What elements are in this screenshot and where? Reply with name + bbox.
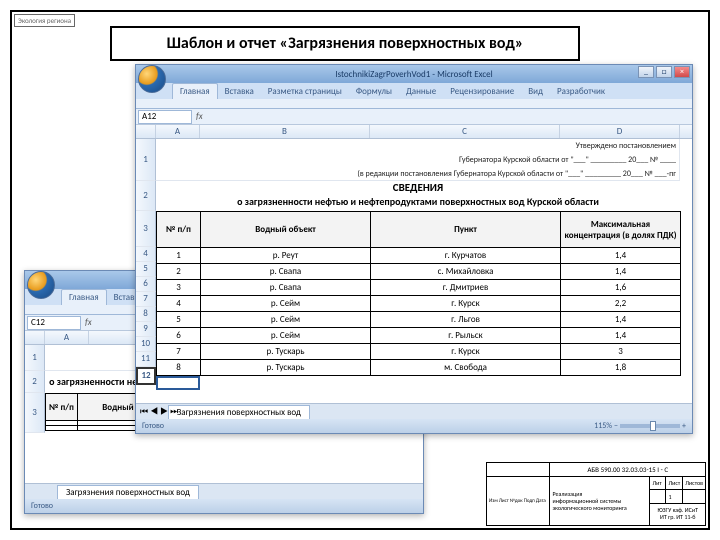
col-D[interactable]: D	[560, 125, 680, 138]
active-cell-row[interactable]: 12	[136, 367, 156, 385]
sheet-tabs: Загрязнения поверхностных вод	[25, 483, 423, 499]
th-num: № п/п	[46, 394, 78, 421]
tab-nav-icons[interactable]: ⏮◀▶⏭	[140, 406, 180, 417]
col-A[interactable]: A	[45, 331, 89, 344]
ribbon-body	[136, 99, 692, 109]
table-row: 4р. Сеймг. Курск2,2	[157, 296, 681, 312]
close-button[interactable]: ×	[674, 66, 690, 78]
row-head[interactable]: 2	[136, 181, 156, 211]
table-row: 5р. Сеймг. Льгов1,4	[157, 312, 681, 328]
select-all[interactable]	[25, 331, 45, 344]
table-row: 8р. Тускарьм. Свобода1,8	[157, 360, 681, 376]
doc-header-line: Утверждено постановлением	[159, 139, 676, 153]
tab-view[interactable]: Вид	[521, 84, 550, 99]
tab-insert[interactable]: Вставка	[218, 84, 261, 99]
table-row: 6р. Сеймг. Рыльск1,4	[157, 328, 681, 344]
th-val: Максимальная концентрация (в долях ПДК)	[561, 212, 681, 248]
sheet-tabs: ⏮◀▶⏭ Загрязнения поверхностных вод	[136, 403, 692, 419]
office-button[interactable]	[27, 271, 55, 299]
row-head[interactable]: 8	[136, 307, 156, 322]
corner-tag: Экология региона	[14, 14, 75, 27]
doc-title: СВЕДЕНИЯ	[159, 181, 677, 195]
name-box[interactable]: C12	[27, 316, 81, 330]
table-row: 2р. Свапас. Михайловка1,4	[157, 264, 681, 280]
tab-layout[interactable]: Разметка страницы	[261, 84, 349, 99]
stamp-code: АБВ 590.00 32.03.03-15 I - С	[550, 463, 706, 477]
status: Готово	[142, 421, 164, 431]
table-row: 7р. Тускарьг. Курск3	[157, 344, 681, 360]
page-title: Шаблон и отчет «Загрязнения поверхностны…	[110, 26, 580, 61]
row-head[interactable]: 5	[136, 262, 156, 277]
sheet-area[interactable]: A B C D 1 Утверждено постановлением Губе…	[136, 125, 692, 403]
tab-home[interactable]: Главная	[172, 83, 218, 99]
row-head[interactable]: 3	[25, 393, 45, 433]
row-head[interactable]: 10	[136, 337, 156, 352]
row-head[interactable]: 7	[136, 292, 156, 307]
zoom-control[interactable]: 115% − +	[594, 421, 686, 431]
window-title: IstochnikiZagrPoverhVod1 - Microsoft Exc…	[335, 69, 492, 80]
sheet-tab[interactable]: Загрязнения поверхностных вод	[57, 485, 199, 499]
title-block-stamp: АБВ 590.00 32.03.03-15 I - С Изм Лист №д…	[486, 462, 706, 526]
row-head[interactable]: 6	[136, 277, 156, 292]
table-row: 1р. Реутг. Курчатов1,4	[157, 248, 681, 264]
zoom-out-icon[interactable]: −	[614, 421, 618, 431]
active-cell[interactable]	[156, 376, 200, 390]
fx-label: fx	[85, 317, 92, 328]
tab-data[interactable]: Данные	[399, 84, 443, 99]
zoom-in-icon[interactable]: +	[682, 421, 686, 431]
row-head[interactable]: 11	[136, 352, 156, 367]
window-titlebar[interactable]: IstochnikiZagrPoverhVod1 - Microsoft Exc…	[136, 65, 692, 83]
col-C[interactable]: C	[370, 125, 560, 138]
doc-header-line: Губернатора Курской области от "___" ___…	[159, 153, 676, 167]
col-B[interactable]: B	[200, 125, 370, 138]
th-obj: Водный объект	[201, 212, 371, 248]
zoom-value: 115%	[594, 421, 612, 431]
tab-formulas[interactable]: Формулы	[349, 84, 399, 99]
name-box[interactable]: A12	[138, 110, 192, 124]
th-pt: Пункт	[371, 212, 561, 248]
tab-home[interactable]: Главная	[61, 289, 107, 305]
minimize-button[interactable]: _	[638, 66, 654, 78]
zoom-slider[interactable]	[620, 424, 680, 428]
maximize-button[interactable]: □	[656, 66, 672, 78]
row-head[interactable]: 3	[136, 211, 156, 247]
select-all[interactable]	[136, 125, 156, 138]
row-head[interactable]: 2	[25, 371, 45, 393]
tab-review[interactable]: Рецензирование	[443, 84, 521, 99]
row-head[interactable]: 1	[25, 345, 45, 371]
tab-developer[interactable]: Разработчик	[550, 84, 612, 99]
row-head[interactable]: 4	[136, 247, 156, 262]
doc-subtitle: о загрязненности нефтью и нефтепродуктам…	[159, 195, 677, 209]
excel-window-report: IstochnikiZagrPoverhVod1 - Microsoft Exc…	[135, 64, 693, 434]
ribbon-tabs: Главная Вставка Разметка страницы Формул…	[136, 83, 692, 99]
th-num: № п/п	[157, 212, 201, 248]
sheet-tab[interactable]: Загрязнения поверхностных вод	[168, 405, 310, 419]
fx-label: fx	[196, 111, 203, 122]
office-button[interactable]	[138, 65, 166, 93]
doc-header-line: (в редакции постановления Губернатора Ку…	[159, 167, 676, 181]
row-head[interactable]: 9	[136, 322, 156, 337]
table-row: 3р. Свапаг. Дмитриев1,6	[157, 280, 681, 296]
status: Готово	[31, 501, 53, 511]
data-table: № п/п Водный объект Пункт Максимальная к…	[156, 211, 681, 376]
col-A[interactable]: A	[156, 125, 200, 138]
row-head[interactable]: 1	[136, 139, 156, 181]
